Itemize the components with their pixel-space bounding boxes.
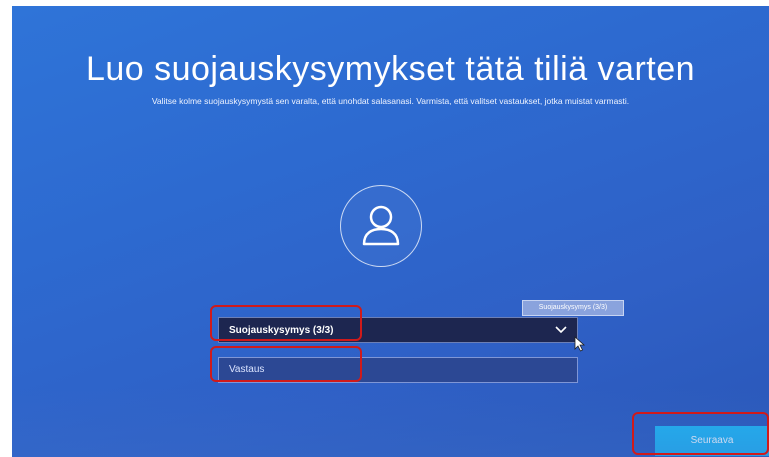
user-icon: [362, 205, 400, 246]
mouse-cursor-icon: [574, 336, 586, 352]
oobe-screen: Luo suojauskysymykset tätä tiliä varten …: [12, 6, 769, 457]
security-question-selected: Suojauskysymys (3/3): [229, 325, 334, 336]
avatar: [340, 185, 422, 267]
page-subtitle: Valitse kolme suojauskysymystä sen varal…: [151, 96, 630, 106]
answer-input[interactable]: Vastaus: [218, 357, 578, 383]
question-tooltip: Suojauskysymys (3/3): [522, 300, 624, 316]
security-question-dropdown[interactable]: Suojauskysymys (3/3): [218, 317, 578, 343]
chevron-down-icon[interactable]: [555, 326, 567, 334]
next-button[interactable]: Seuraava: [655, 426, 769, 456]
page-title: Luo suojauskysymykset tätä tiliä varten: [85, 50, 696, 88]
